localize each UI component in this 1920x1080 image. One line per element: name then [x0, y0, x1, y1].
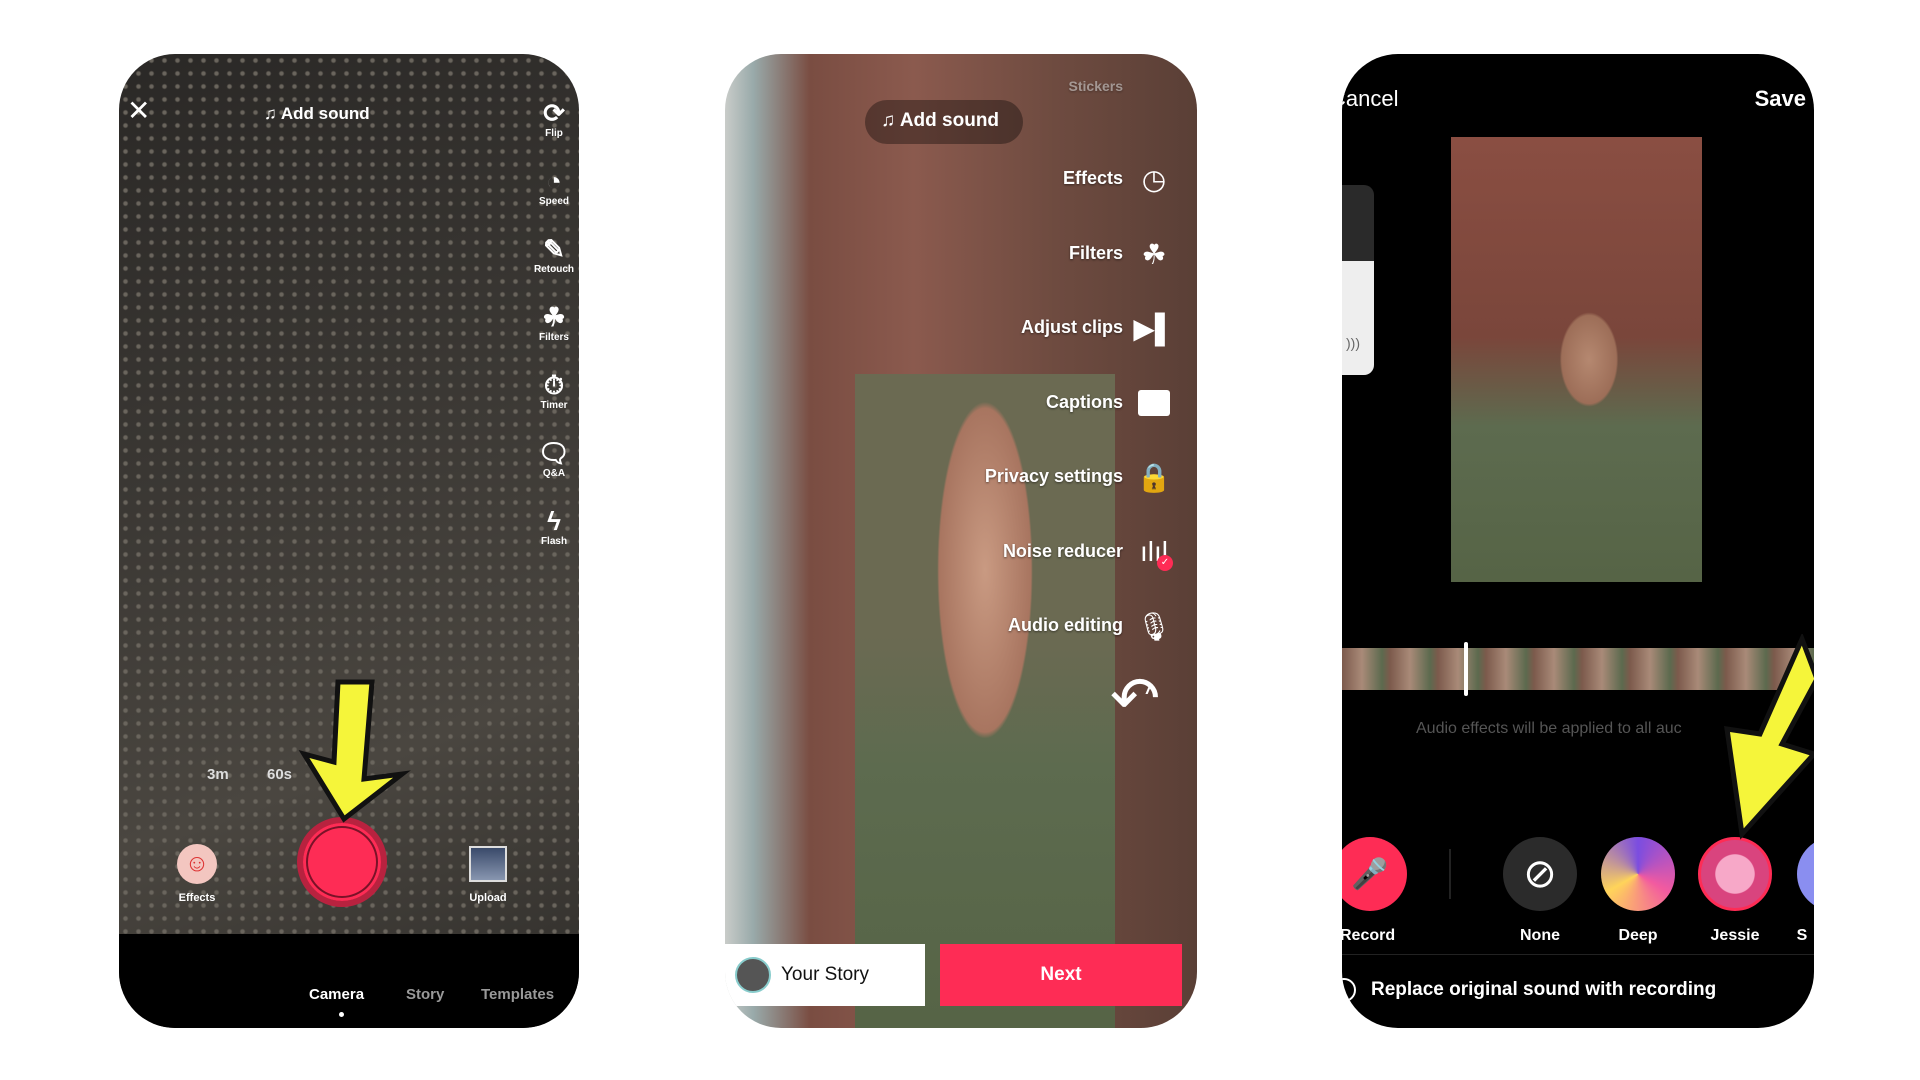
- upload-thumbnail[interactable]: [469, 846, 507, 882]
- filters-button[interactable]: ☘ Filters: [534, 302, 574, 343]
- record-label: Record: [1342, 927, 1396, 944]
- tab-camera[interactable]: Camera: [309, 986, 364, 1003]
- yellow-arrow-icon: [298, 679, 411, 823]
- effect-none-label: None: [1520, 927, 1560, 944]
- audio-effects-hint: Audio effects will be applied to all auc: [1416, 720, 1682, 737]
- prohibited-icon: ⊘: [1523, 852, 1557, 896]
- flip-icon: ⟳: [543, 98, 565, 128]
- add-sound-button[interactable]: ♫ Add sound: [865, 100, 1023, 144]
- effect-next-partial[interactable]: [1797, 837, 1814, 911]
- video-preview: [1451, 137, 1702, 582]
- music-note-icon: ♫: [881, 110, 896, 131]
- filters-icon: ☘: [542, 302, 566, 332]
- effects-label: Effects: [178, 892, 216, 904]
- effect-jessie[interactable]: [1698, 837, 1772, 911]
- menu-noise-reducer[interactable]: Noise reducer: [1003, 541, 1123, 562]
- active-tab-dot: [339, 1012, 344, 1017]
- filters-icon[interactable]: ☘: [1135, 237, 1173, 271]
- microphone-icon: 🎤: [1351, 857, 1389, 891]
- collapse-chevron-icon[interactable]: ^: [1145, 682, 1157, 705]
- qa-button[interactable]: 🗨 Q&A: [534, 438, 574, 479]
- menu-audio-editing[interactable]: Audio editing: [1008, 615, 1123, 636]
- edit-screen: ♫ Add sound Stickers Effects ◷ Filters ☘…: [725, 54, 1197, 1028]
- effects-icon[interactable]: ☺: [177, 844, 217, 884]
- duration-3m[interactable]: 3m: [207, 766, 229, 783]
- side-panel-sound-icon[interactable]: ))): [1342, 185, 1374, 375]
- flash-button[interactable]: ϟ Flash: [534, 506, 574, 547]
- menu-captions[interactable]: Captions: [1046, 392, 1123, 413]
- lock-icon[interactable]: 🔒: [1135, 460, 1173, 494]
- replace-sound-label[interactable]: Replace original sound with recording: [1371, 979, 1716, 1001]
- audio-editing-icon[interactable]: 🎙: [1135, 609, 1173, 643]
- effect-jessie-label: Jessie: [1710, 927, 1760, 944]
- menu-filters[interactable]: Filters: [1069, 243, 1123, 264]
- cancel-button[interactable]: Cancel: [1342, 86, 1398, 112]
- duration-60s[interactable]: 60s: [267, 766, 292, 783]
- adjust-clips-icon[interactable]: ▶▌: [1133, 311, 1174, 345]
- record-button[interactable]: [297, 817, 387, 907]
- divider: [1342, 954, 1814, 955]
- captions-icon[interactable]: [1135, 386, 1173, 420]
- effects-icon[interactable]: ◷: [1135, 162, 1173, 196]
- menu-adjust-clips[interactable]: Adjust clips: [1021, 317, 1123, 338]
- flip-button[interactable]: ⟳ Flip: [534, 98, 574, 139]
- replace-sound-radio[interactable]: [1342, 978, 1356, 1002]
- menu-privacy-settings[interactable]: Privacy settings: [985, 466, 1123, 487]
- retouch-button[interactable]: ✎ Retouch: [534, 234, 574, 275]
- upload-label: Upload: [469, 892, 507, 904]
- effect-next-label: S: [1796, 927, 1808, 944]
- record-voiceover-button[interactable]: 🎤: [1342, 837, 1407, 911]
- avatar: [735, 957, 771, 993]
- your-story-button[interactable]: Your Story: [725, 944, 925, 1006]
- flash-off-icon: ϟ: [547, 506, 561, 536]
- effect-none[interactable]: ⊘: [1503, 837, 1577, 911]
- close-icon[interactable]: ✕: [127, 94, 150, 127]
- voice-effects-screen: Cancel Save ))) Audio effects will be ap…: [1342, 54, 1814, 1028]
- divider: [1449, 849, 1451, 899]
- stickers-item-partial[interactable]: Stickers: [1069, 78, 1123, 94]
- effect-deep-label: Deep: [1618, 927, 1658, 944]
- speed-button[interactable]: ◔ Speed: [534, 166, 574, 207]
- yellow-arrow-icon: [1724, 634, 1814, 840]
- noise-reducer-icon[interactable]: ılıl ✓: [1135, 535, 1173, 571]
- menu-effects[interactable]: Effects: [1063, 168, 1123, 189]
- tab-templates[interactable]: Templates: [481, 986, 554, 1003]
- add-sound-button[interactable]: ♫ Add sound: [264, 104, 370, 124]
- music-note-icon: ♫: [264, 104, 277, 123]
- tab-story[interactable]: Story: [406, 986, 444, 1003]
- speed-icon: ◔: [546, 166, 562, 196]
- playhead[interactable]: [1464, 642, 1468, 696]
- timer-button[interactable]: ⏱ Timer: [534, 370, 574, 411]
- next-button[interactable]: Next: [940, 944, 1182, 1006]
- effect-deep[interactable]: [1601, 837, 1675, 911]
- save-button[interactable]: Save: [1755, 86, 1806, 112]
- retouch-icon: ✎: [543, 234, 565, 264]
- check-badge-icon: ✓: [1157, 555, 1173, 571]
- bottom-bar: [119, 934, 579, 1028]
- camera-screen: ✕ ♫ Add sound ⟳ Flip ◔ Speed ✎ Retouch ☘ Fil…: [119, 54, 579, 1028]
- timer-icon: ⏱: [543, 370, 565, 400]
- qa-icon: 🗨: [537, 438, 571, 468]
